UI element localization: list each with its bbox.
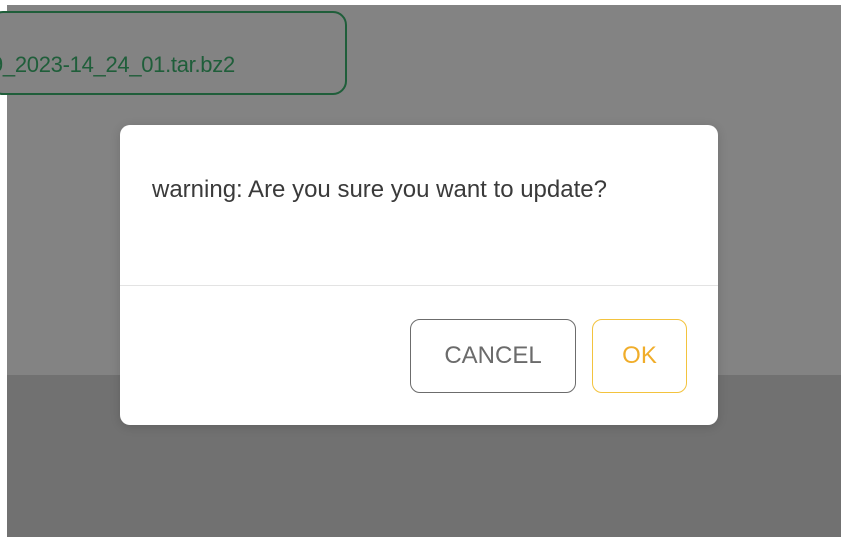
- cancel-button[interactable]: CANCEL: [410, 319, 576, 393]
- file-name: 9_2023-14_24_01.tar.bz2: [0, 52, 235, 77]
- ok-button[interactable]: OK: [592, 319, 687, 393]
- confirm-dialog: warning: Are you sure you want to update…: [120, 125, 718, 425]
- dialog-message: warning: Are you sure you want to update…: [152, 176, 607, 203]
- screen: 9_2023-14_24_01.tar.bz2 warning: Are you…: [0, 0, 841, 537]
- dialog-divider: [120, 285, 718, 286]
- file-item[interactable]: 9_2023-14_24_01.tar.bz2: [0, 11, 347, 95]
